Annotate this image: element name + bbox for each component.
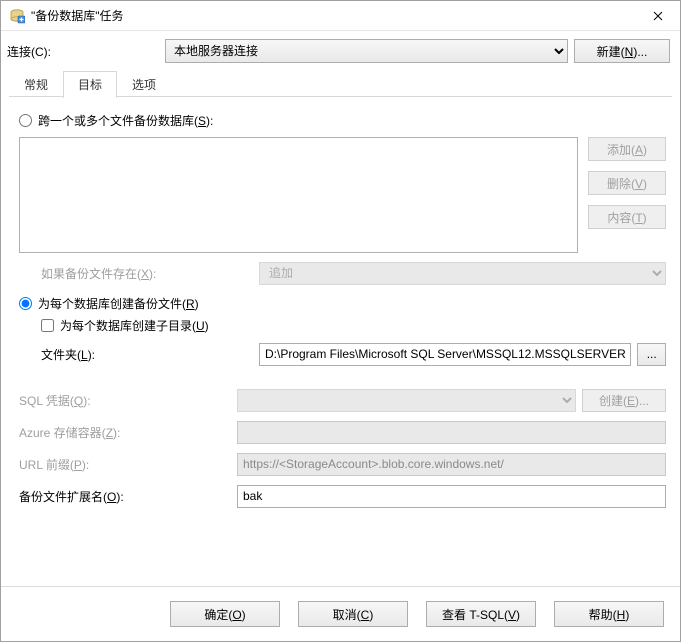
connection-row: 连接(C): 本地服务器连接 新建(N)... bbox=[1, 31, 680, 71]
url-prefix-row: URL 前缀(P): bbox=[19, 452, 666, 476]
multi-files-radio[interactable] bbox=[19, 114, 32, 127]
tab-options[interactable]: 选项 bbox=[117, 71, 171, 97]
azure-row: Azure 存储容器(Z): bbox=[19, 420, 666, 444]
dialog-window: "备份数据库"任务 连接(C): 本地服务器连接 新建(N)... 常规 目标 … bbox=[0, 0, 681, 642]
multi-files-radio-row: 跨一个或多个文件备份数据库(S): bbox=[19, 112, 666, 129]
folder-browse-button[interactable]: ... bbox=[637, 343, 666, 366]
azure-input bbox=[237, 421, 666, 444]
remove-file-button: 删除(V) bbox=[588, 171, 666, 195]
window-title: "备份数据库"任务 bbox=[31, 7, 636, 24]
sql-cred-create-button: 创建(E)... bbox=[582, 389, 666, 412]
titlebar: "备份数据库"任务 bbox=[1, 1, 680, 31]
sql-cred-row: SQL 凭据(Q): 创建(E)... bbox=[19, 388, 666, 412]
connection-label: 连接(C): bbox=[7, 43, 159, 60]
ok-button[interactable]: 确定(O) bbox=[170, 601, 280, 627]
cancel-button-label: 取消(C) bbox=[333, 608, 374, 622]
azure-label: Azure 存储容器(Z): bbox=[19, 424, 237, 441]
if-exists-label: 如果备份文件存在(X): bbox=[41, 265, 259, 282]
ext-row: 备份文件扩展名(O): bbox=[19, 484, 666, 508]
if-exists-select: 追加 bbox=[259, 262, 666, 285]
sql-cred-create-button-label: 创建(E)... bbox=[599, 394, 649, 408]
help-button[interactable]: 帮助(H) bbox=[554, 601, 664, 627]
close-button[interactable] bbox=[636, 1, 680, 30]
folder-row: 文件夹(L): ... bbox=[19, 342, 666, 366]
dialog-footer: 确定(O) 取消(C) 查看 T-SQL(V) 帮助(H) bbox=[1, 586, 680, 641]
view-tsql-button[interactable]: 查看 T-SQL(V) bbox=[426, 601, 536, 627]
per-db-radio-row: 为每个数据库创建备份文件(R) bbox=[19, 295, 666, 312]
tab-target[interactable]: 目标 bbox=[63, 71, 117, 98]
per-db-radio[interactable] bbox=[19, 297, 32, 310]
contents-button: 内容(T) bbox=[588, 205, 666, 229]
subdir-checkbox-label: 为每个数据库创建子目录(U) bbox=[60, 317, 209, 334]
files-listbox[interactable] bbox=[19, 137, 578, 253]
dialog-content: 连接(C): 本地服务器连接 新建(N)... 常规 目标 选项 跨一个或多个文… bbox=[1, 31, 680, 641]
add-file-button-label: 添加(A) bbox=[607, 143, 647, 157]
per-db-radio-label: 为每个数据库创建备份文件(R) bbox=[38, 295, 199, 312]
target-panel: 跨一个或多个文件备份数据库(S): 添加(A) 删除(V) 内容(T) bbox=[1, 97, 680, 586]
help-button-label: 帮助(H) bbox=[589, 608, 630, 622]
folder-label: 文件夹(L): bbox=[41, 346, 259, 363]
app-icon bbox=[9, 8, 25, 24]
close-icon bbox=[653, 11, 663, 21]
view-tsql-button-label: 查看 T-SQL(V) bbox=[442, 608, 520, 622]
ext-input[interactable] bbox=[237, 485, 666, 508]
url-prefix-label: URL 前缀(P): bbox=[19, 456, 237, 473]
ext-label: 备份文件扩展名(O): bbox=[19, 488, 237, 505]
url-prefix-input bbox=[237, 453, 666, 476]
if-exists-row: 如果备份文件存在(X): 追加 bbox=[19, 261, 666, 285]
cancel-button[interactable]: 取消(C) bbox=[298, 601, 408, 627]
sql-cred-label: SQL 凭据(Q): bbox=[19, 392, 237, 409]
tabs: 常规 目标 选项 bbox=[1, 71, 680, 97]
remove-file-button-label: 删除(V) bbox=[607, 177, 647, 191]
sql-cred-select bbox=[237, 389, 576, 412]
add-file-button: 添加(A) bbox=[588, 137, 666, 161]
folder-input[interactable] bbox=[259, 343, 631, 366]
files-side-buttons: 添加(A) 删除(V) 内容(T) bbox=[588, 137, 666, 229]
multi-files-group: 添加(A) 删除(V) 内容(T) bbox=[19, 137, 666, 253]
new-connection-button-label: 新建(N)... bbox=[597, 45, 648, 59]
new-connection-button[interactable]: 新建(N)... bbox=[574, 39, 670, 63]
ok-button-label: 确定(O) bbox=[204, 608, 245, 622]
connection-select[interactable]: 本地服务器连接 bbox=[165, 39, 568, 63]
tab-general[interactable]: 常规 bbox=[9, 71, 63, 97]
contents-button-label: 内容(T) bbox=[607, 211, 646, 225]
multi-files-radio-label: 跨一个或多个文件备份数据库(S): bbox=[38, 112, 213, 129]
subdir-checkbox-row: 为每个数据库创建子目录(U) bbox=[41, 317, 666, 334]
subdir-checkbox[interactable] bbox=[41, 319, 54, 332]
